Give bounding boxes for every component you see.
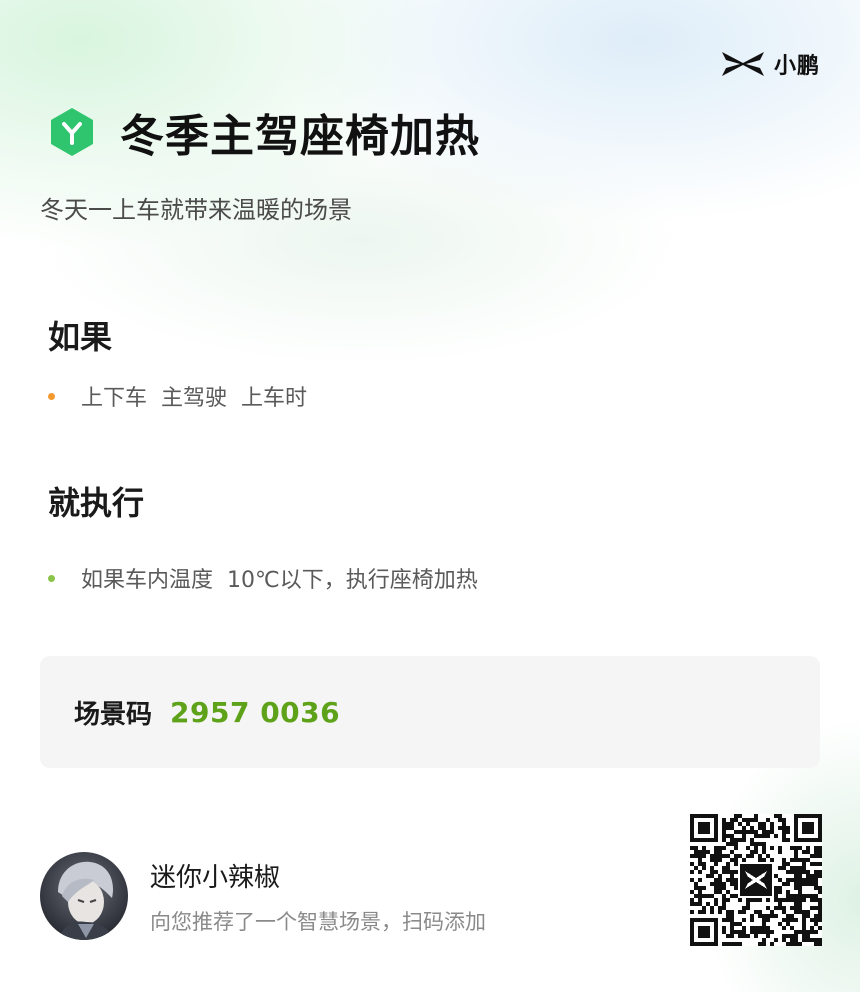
bullet-dot bbox=[48, 574, 55, 582]
avatar bbox=[40, 852, 128, 940]
trigger-text: 上下车 主驾驶 上车时 bbox=[81, 386, 307, 411]
action-item: 如果车内温度 10℃以下，执行座椅加热 bbox=[48, 562, 478, 594]
condition-heading: 如果 bbox=[48, 318, 113, 356]
scene-header: 冬季主驾座椅加热 bbox=[48, 100, 480, 164]
xpeng-logo-icon bbox=[721, 52, 764, 76]
action-heading: 就执行 bbox=[48, 484, 145, 522]
qr-code[interactable] bbox=[690, 814, 822, 946]
sharer-message: 向您推荐了一个智慧场景，扫码添加 bbox=[150, 909, 486, 934]
qr-finder-pattern bbox=[794, 814, 822, 842]
action-text: 如果车内温度 10℃以下，执行座椅加热 bbox=[81, 568, 478, 593]
brand-logo: 小鹏 bbox=[720, 48, 820, 80]
qr-finder-pattern bbox=[690, 918, 718, 946]
hexagon-y-icon bbox=[51, 108, 93, 156]
scene-title: 冬季主驾座椅加热 bbox=[120, 111, 480, 162]
scene-code-card: 场景码 2957 0036 bbox=[40, 656, 820, 768]
qr-code-icon bbox=[690, 814, 822, 946]
sharer-info: 迷你小辣椒 向您推荐了一个智慧场景，扫码添加 bbox=[40, 852, 486, 940]
brand-name: 小鹏 bbox=[773, 54, 820, 79]
scene-subtitle: 冬天一上车就带来温暖的场景 bbox=[40, 196, 352, 224]
trigger-item: 上下车 主驾驶 上车时 bbox=[48, 380, 307, 412]
sharer-name: 迷你小辣椒 bbox=[150, 862, 281, 893]
scene-code-value[interactable]: 2957 0036 bbox=[170, 696, 340, 729]
qr-finder-pattern bbox=[690, 814, 718, 842]
bullet-dot bbox=[48, 392, 55, 400]
scene-code-label: 场景码 bbox=[74, 699, 153, 730]
